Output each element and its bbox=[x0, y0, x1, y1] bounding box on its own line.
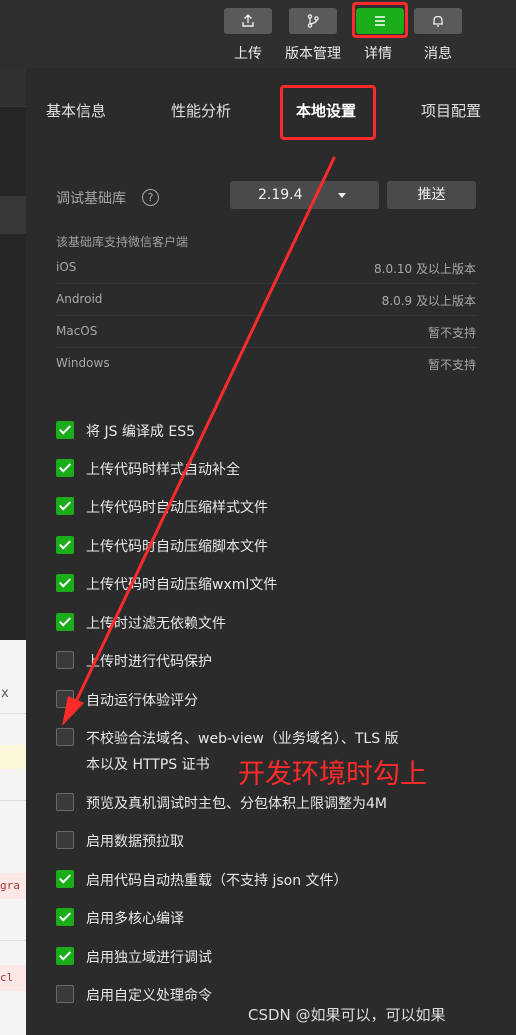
debug-lib-version-select[interactable]: 2.19.4 bbox=[230, 181, 379, 209]
option-checkbox[interactable] bbox=[56, 908, 74, 926]
option-checkbox[interactable] bbox=[56, 421, 74, 439]
option-label: 启用多核心编译 bbox=[86, 911, 184, 927]
annotation-text: 开发环境时勾上 bbox=[238, 759, 427, 790]
option-checkbox[interactable] bbox=[56, 831, 74, 849]
watermark: CSDN @如果可以，可以如果 bbox=[248, 1006, 446, 1024]
option-label: 上传时进行代码保护 bbox=[86, 654, 212, 670]
option-label: 上传时过滤无依赖文件 bbox=[86, 616, 226, 632]
option-label: 不校验合法域名、web-view（业务域名）、TLS 版 bbox=[86, 731, 399, 747]
bell-icon bbox=[433, 15, 443, 27]
platform-version: 暂不支持 bbox=[427, 358, 476, 372]
left-strip-close[interactable]: x bbox=[1, 686, 27, 701]
divider bbox=[56, 283, 476, 284]
platform-name: iOS bbox=[56, 260, 77, 274]
option-checkbox[interactable] bbox=[56, 574, 74, 592]
option-checkbox[interactable] bbox=[56, 690, 74, 708]
option-checkbox[interactable] bbox=[56, 870, 74, 888]
left-strip-code: gra bbox=[0, 879, 20, 892]
platform-version: 8.0.9 及以上版本 bbox=[381, 294, 476, 308]
option-label-continued: 本以及 HTTPS 证书 bbox=[86, 757, 210, 773]
option-label: 上传代码时自动压缩样式文件 bbox=[86, 500, 268, 516]
option-label: 预览及真机调试时主包、分包体积上限调整为4M bbox=[86, 796, 387, 812]
messages-label: 消息 bbox=[424, 46, 452, 62]
left-strip-header bbox=[0, 68, 26, 107]
version-management-label: 版本管理 bbox=[285, 46, 341, 62]
upload-button[interactable] bbox=[224, 8, 272, 34]
highlight-local-settings-box bbox=[280, 85, 376, 140]
option-checkbox[interactable] bbox=[56, 793, 74, 811]
platform-version: 8.0.10 及以上版本 bbox=[374, 262, 476, 276]
push-button[interactable]: 推送 bbox=[387, 181, 476, 209]
option-label: 启用独立域进行调试 bbox=[86, 950, 212, 966]
divider bbox=[56, 315, 476, 316]
option-checkbox[interactable] bbox=[56, 459, 74, 477]
option-label: 上传代码时自动压缩wxml文件 bbox=[86, 577, 278, 593]
option-label: 启用数据预拉取 bbox=[86, 834, 184, 850]
left-strip-divider bbox=[0, 800, 26, 801]
option-label: 启用自定义处理命令 bbox=[86, 988, 212, 1004]
branch-icon bbox=[307, 14, 319, 28]
option-label: 自动运行体验评分 bbox=[86, 693, 198, 709]
help-icon[interactable]: ? bbox=[142, 189, 159, 206]
left-strip-selected bbox=[0, 196, 26, 234]
support-note: 该基础库支持微信客户端 bbox=[56, 235, 189, 249]
caret-down-icon bbox=[338, 193, 346, 198]
platform-name: Windows bbox=[56, 356, 110, 370]
option-label: 将 JS 编译成 ES5 bbox=[86, 424, 196, 440]
left-strip-divider bbox=[0, 713, 26, 714]
platform-version: 暂不支持 bbox=[427, 326, 476, 340]
messages-button[interactable] bbox=[414, 8, 462, 34]
option-label: 启用代码自动热重载（不支持 json 文件） bbox=[86, 873, 348, 889]
highlight-details-box bbox=[352, 2, 408, 38]
option-label: 上传代码时样式自动补全 bbox=[86, 462, 240, 478]
option-label: 上传代码时自动压缩脚本文件 bbox=[86, 539, 268, 555]
option-checkbox[interactable] bbox=[56, 985, 74, 1003]
divider bbox=[56, 347, 476, 348]
option-checkbox[interactable] bbox=[56, 497, 74, 515]
version-management-button[interactable] bbox=[289, 8, 337, 34]
upload-icon bbox=[242, 14, 254, 27]
option-checkbox[interactable] bbox=[56, 613, 74, 631]
platform-name: Android bbox=[56, 292, 103, 306]
tab-project-config[interactable]: 项目配置 bbox=[421, 100, 481, 121]
left-strip-divider bbox=[0, 940, 26, 941]
debug-lib-version-value: 2.19.4 bbox=[258, 187, 303, 203]
platform-name: MacOS bbox=[56, 324, 98, 338]
tab-performance[interactable]: 性能分析 bbox=[171, 100, 231, 121]
left-strip-code: cl bbox=[0, 971, 14, 984]
debug-lib-label: 调试基础库 bbox=[56, 191, 126, 207]
option-checkbox[interactable] bbox=[56, 947, 74, 965]
option-checkbox[interactable] bbox=[56, 536, 74, 554]
left-strip-warning-row bbox=[0, 745, 26, 769]
option-checkbox[interactable] bbox=[56, 651, 74, 669]
upload-label: 上传 bbox=[234, 46, 262, 62]
ignore-domain-check-checkbox[interactable] bbox=[56, 728, 74, 746]
tab-basic-info[interactable]: 基本信息 bbox=[46, 100, 106, 121]
